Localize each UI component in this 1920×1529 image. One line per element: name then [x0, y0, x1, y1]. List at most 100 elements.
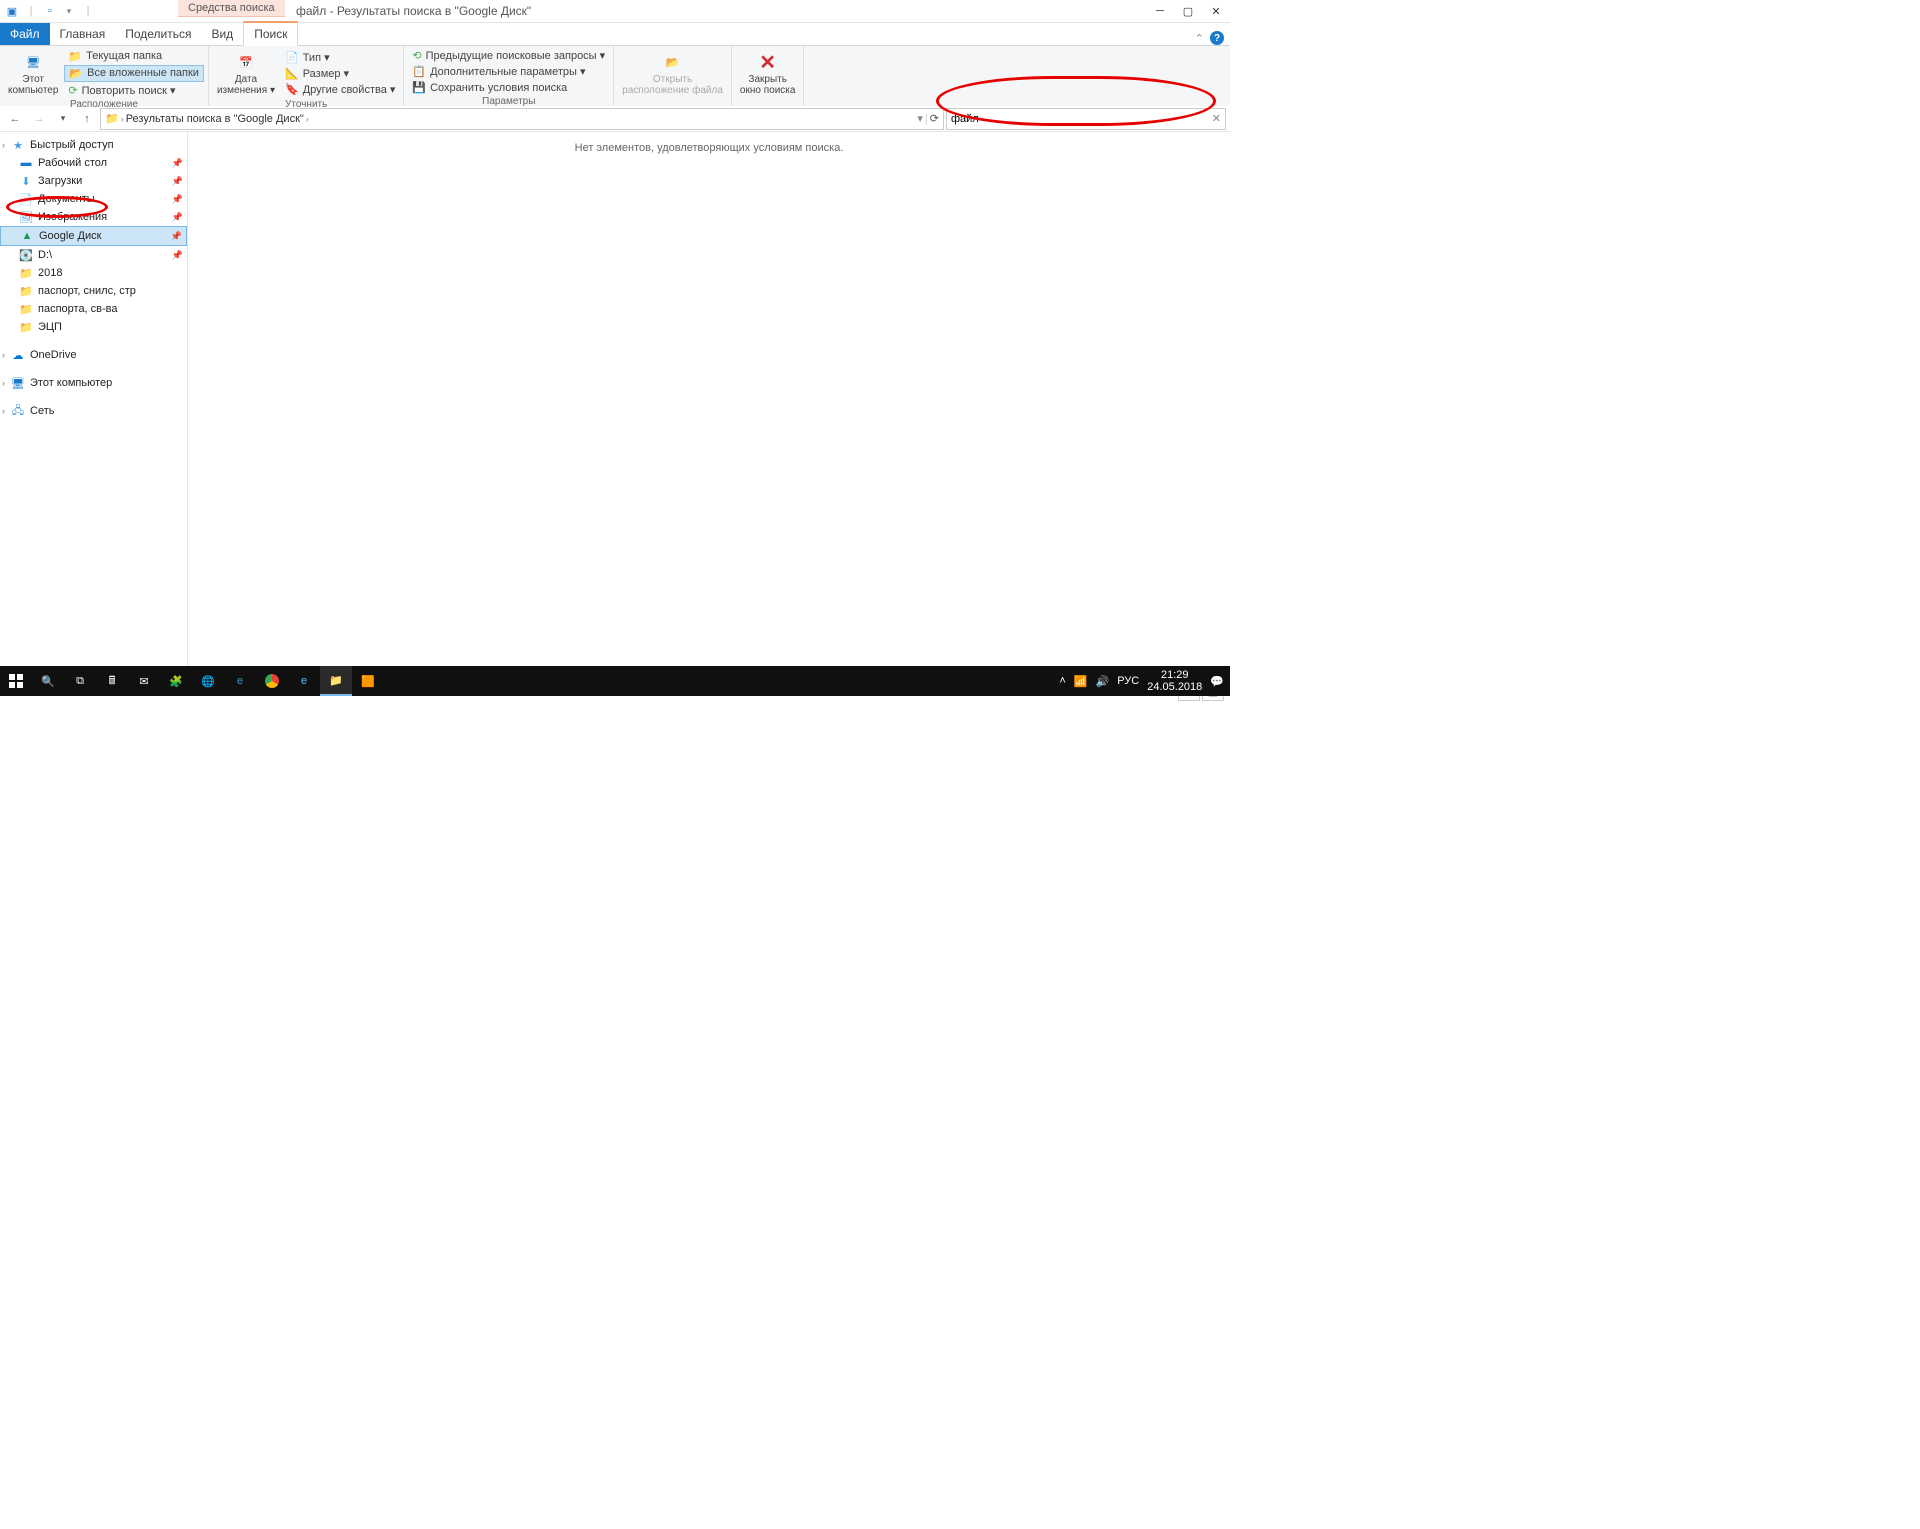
advanced-options-button[interactable]: 📋Дополнительные параметры ▾: [408, 64, 609, 79]
search-input[interactable]: [951, 113, 1212, 125]
forward-button[interactable]: →: [28, 108, 50, 130]
breadcrumb[interactable]: 📁 › Результаты поиска в "Google Диск" › …: [100, 108, 944, 130]
close-button[interactable]: ✕: [1202, 0, 1230, 22]
repeat-search-button[interactable]: ⟳Повторить поиск ▾: [64, 83, 204, 98]
other-props-button[interactable]: 🔖Другие свойства ▾: [281, 82, 399, 97]
chrome-icon[interactable]: [256, 666, 288, 696]
folder-icon: 📁: [18, 302, 34, 316]
clock[interactable]: 21:29 24.05.2018: [1147, 669, 1202, 693]
notifications-icon[interactable]: 💬: [1210, 675, 1224, 688]
recent-dropdown[interactable]: ▾: [52, 108, 74, 130]
folder-tree-icon: 📂: [69, 67, 83, 80]
date-modified-button[interactable]: 📅 Дата изменения ▾: [213, 48, 279, 98]
size-button[interactable]: 📐Размер ▾: [281, 66, 399, 81]
pin-icon: 📌: [171, 231, 182, 242]
sidebar-desktop[interactable]: ▬Рабочий стол📌: [0, 154, 187, 172]
tray-chevron-icon[interactable]: ˄: [1059, 675, 1065, 687]
save-icon: 💾: [412, 81, 426, 94]
drive-icon: 💽: [18, 248, 34, 262]
up-button[interactable]: ↑: [76, 108, 98, 130]
refresh-button[interactable]: ⟳: [930, 112, 939, 125]
results-pane: Нет элементов, удовлетворяющих условиям …: [188, 132, 1230, 680]
network-icon: 🖧: [10, 404, 26, 418]
help-icon[interactable]: ?: [1210, 31, 1224, 45]
maximize-button[interactable]: ▢: [1174, 0, 1202, 22]
qat-newfolder-icon[interactable]: ▫: [42, 3, 58, 19]
minimize-button[interactable]: ─: [1146, 0, 1174, 22]
all-subfolders-button[interactable]: 📂Все вложенные папки: [64, 65, 204, 82]
tab-view[interactable]: Вид: [201, 23, 243, 45]
props-icon: 🔖: [285, 83, 299, 96]
type-button[interactable]: 📄Тип ▾: [281, 50, 399, 65]
refresh-icon: ⟳: [68, 84, 77, 97]
navigation-pane[interactable]: ›★Быстрый доступ ▬Рабочий стол📌 ⬇Загрузк…: [0, 132, 188, 680]
sidebar-passport-snils[interactable]: 📁паспорт, снилс, стр: [0, 282, 187, 300]
wifi-icon[interactable]: 📶: [1074, 675, 1088, 688]
app-icon-2[interactable]: 🟧: [352, 666, 384, 696]
pin-icon: 📌: [172, 212, 183, 223]
address-bar: ← → ▾ ↑ 📁 › Результаты поиска в "Google …: [0, 106, 1230, 132]
computer-icon: 🖥: [10, 376, 26, 390]
folder-icon: 📁: [18, 284, 34, 298]
edge-icon[interactable]: e: [288, 666, 320, 696]
ie-icon[interactable]: e: [224, 666, 256, 696]
explorer-taskbar-icon[interactable]: 📁: [320, 666, 352, 696]
this-pc-button[interactable]: 🖥 Этот компьютер: [4, 48, 62, 98]
back-button[interactable]: ←: [4, 108, 26, 130]
sidebar-2018[interactable]: 📁2018: [0, 264, 187, 282]
tab-search[interactable]: Поиск: [243, 21, 298, 46]
tab-file[interactable]: Файл: [0, 23, 50, 45]
download-icon: ⬇: [18, 174, 34, 188]
content-area: ›★Быстрый доступ ▬Рабочий стол📌 ⬇Загрузк…: [0, 132, 1230, 680]
chevron-right-icon[interactable]: ›: [306, 114, 309, 124]
current-folder-button[interactable]: 📁Текущая папка: [64, 49, 204, 64]
taskbar[interactable]: 🔍 ⧉ 🖩 ✉ 🧩 🌐 e e 📁 🟧 ˄ 📶 🔊 РУС 21:29 24.0…: [0, 666, 1230, 696]
sidebar-passports-certs[interactable]: 📁паспорта, св-ва: [0, 300, 187, 318]
tab-home[interactable]: Главная: [50, 23, 116, 45]
folder-icon: 📁: [68, 50, 82, 63]
pictures-icon: 🖼: [18, 210, 34, 224]
volume-icon[interactable]: 🔊: [1096, 675, 1110, 688]
sidebar-this-pc[interactable]: ›🖥Этот компьютер: [0, 374, 187, 392]
close-x-icon: ✕: [754, 50, 782, 74]
tab-share[interactable]: Поделиться: [115, 23, 201, 45]
system-tray[interactable]: ˄ 📶 🔊 РУС 21:29 24.05.2018 💬: [1059, 669, 1230, 693]
search-box[interactable]: ✕: [946, 108, 1226, 130]
browser-icon[interactable]: 🌐: [192, 666, 224, 696]
ribbon-tabs: Файл Главная Поделиться Вид Поиск ⌃ ?: [0, 23, 1230, 46]
breadcrumb-icon: 📁: [105, 112, 119, 125]
pin-icon: 📌: [172, 176, 183, 187]
breadcrumb-seg-results[interactable]: Результаты поиска в "Google Диск": [126, 113, 304, 125]
chevron-right-icon[interactable]: ›: [121, 114, 124, 124]
taskview-icon[interactable]: ⧉: [64, 666, 96, 696]
breadcrumb-dropdown-icon[interactable]: ▾: [917, 112, 923, 125]
documents-icon: 📄: [18, 192, 34, 206]
language-indicator[interactable]: РУС: [1117, 675, 1139, 687]
clear-search-icon[interactable]: ✕: [1212, 112, 1221, 125]
sidebar-network[interactable]: ›🖧Сеть: [0, 402, 187, 420]
start-button[interactable]: [0, 666, 32, 696]
calculator-icon[interactable]: 🖩: [96, 666, 128, 696]
app-icon-1[interactable]: 🧩: [160, 666, 192, 696]
ribbon-collapse-icon[interactable]: ⌃: [1195, 32, 1204, 45]
sidebar-pictures[interactable]: 🖼Изображения📌: [0, 208, 187, 226]
ribbon-group-open-location: 📂 Открыть расположение файла: [614, 46, 732, 106]
sidebar-documents[interactable]: 📄Документы📌: [0, 190, 187, 208]
qat-dropdown-icon[interactable]: ▾: [61, 3, 77, 19]
mail-icon[interactable]: ✉: [128, 666, 160, 696]
folder-icon: 📁: [18, 266, 34, 280]
search-taskbar-icon[interactable]: 🔍: [32, 666, 64, 696]
sidebar-google-drive[interactable]: ▲Google Диск📌: [0, 226, 187, 246]
sidebar-d-drive[interactable]: 💽D:\📌: [0, 246, 187, 264]
ribbon-group-location: 🖥 Этот компьютер 📁Текущая папка 📂Все вло…: [0, 46, 209, 106]
empty-results-message: Нет элементов, удовлетворяющих условиям …: [198, 142, 1220, 154]
sidebar-ecp[interactable]: 📁ЭЦП: [0, 318, 187, 336]
sidebar-quick-access[interactable]: ›★Быстрый доступ: [0, 136, 187, 154]
save-search-button[interactable]: 💾Сохранить условия поиска: [408, 80, 609, 95]
app-icon: ▣: [4, 3, 20, 19]
close-search-button[interactable]: ✕ Закрыть окно поиска: [736, 48, 800, 98]
sidebar-onedrive[interactable]: ›☁OneDrive: [0, 346, 187, 364]
sidebar-downloads[interactable]: ⬇Загрузки📌: [0, 172, 187, 190]
qat-divider: |: [80, 3, 96, 19]
prev-searches-button[interactable]: ⟲Предыдущие поисковые запросы ▾: [408, 48, 609, 63]
